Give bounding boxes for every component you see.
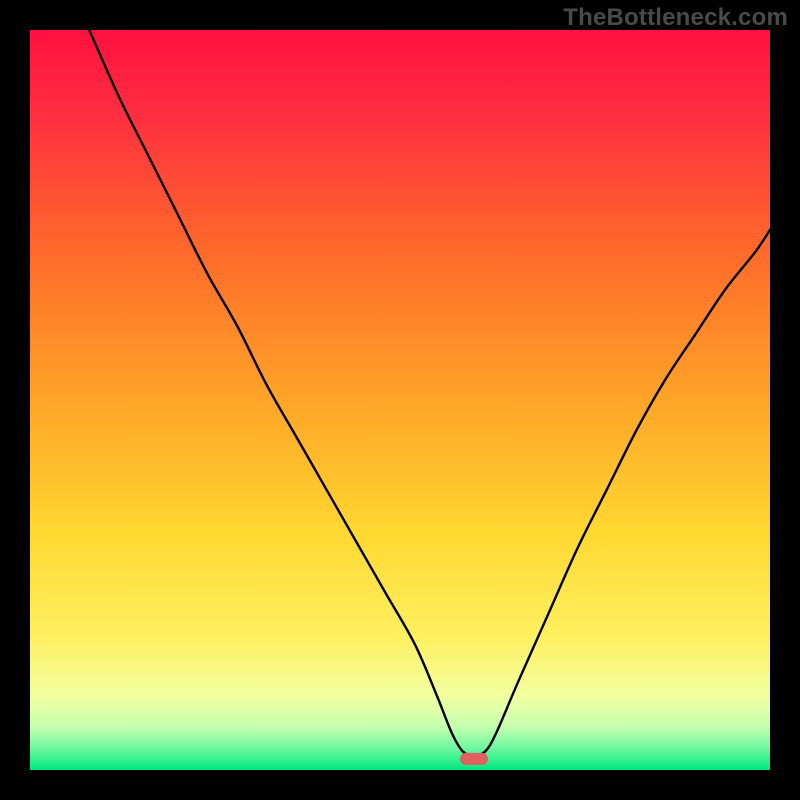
minimum-marker bbox=[460, 753, 488, 765]
watermark-text: TheBottleneck.com bbox=[563, 4, 788, 32]
chart-frame: TheBottleneck.com bbox=[0, 0, 800, 800]
bottleneck-chart bbox=[30, 30, 770, 770]
